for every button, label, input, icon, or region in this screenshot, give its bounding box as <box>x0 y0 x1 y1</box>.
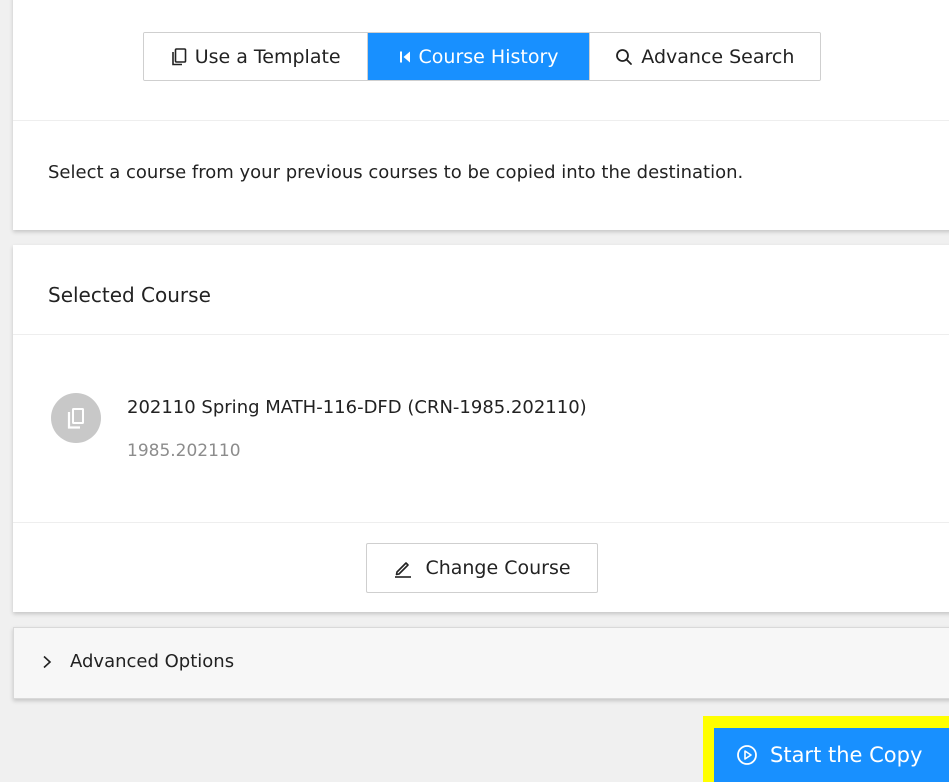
copy-source-card: Use a Template Course History Advance Se… <box>13 0 949 230</box>
tab-use-template[interactable]: Use a Template <box>144 33 369 80</box>
edit-icon <box>393 558 413 578</box>
start-copy-label: Start the Copy <box>770 743 923 767</box>
copy-icon <box>171 47 187 66</box>
source-tabs: Use a Template Course History Advance Se… <box>143 32 821 81</box>
advanced-options-toggle[interactable]: Advanced Options <box>42 651 234 672</box>
selected-course-card: Selected Course 202110 Spring MATH-116-D… <box>13 245 949 612</box>
copy-icon <box>65 406 87 430</box>
tab-advance-search[interactable]: Advance Search <box>589 33 820 80</box>
start-copy-button[interactable]: Start the Copy <box>714 728 949 782</box>
instruction-text: Select a course from your previous cours… <box>48 162 744 183</box>
divider <box>13 334 949 335</box>
play-circle-icon <box>736 744 758 766</box>
advanced-options-label: Advanced Options <box>70 651 235 672</box>
chevron-right-icon <box>42 655 52 669</box>
course-code: 1985.202110 <box>127 441 241 461</box>
tab-label: Advance Search <box>641 45 795 68</box>
search-icon <box>615 48 633 66</box>
tab-course-history[interactable]: Course History <box>368 33 590 80</box>
advanced-options-panel: Advanced Options <box>13 627 949 699</box>
course-avatar <box>51 393 101 443</box>
divider <box>13 522 949 523</box>
change-course-label: Change Course <box>425 557 571 579</box>
divider <box>13 120 949 121</box>
tab-label: Use a Template <box>194 45 341 68</box>
change-course-button[interactable]: Change Course <box>366 543 598 593</box>
selected-course-title: Selected Course <box>48 283 211 307</box>
course-name: 202110 Spring MATH-116-DFD (CRN-1985.202… <box>127 397 587 418</box>
tab-label: Course History <box>418 45 559 68</box>
skip-back-icon <box>399 50 411 64</box>
